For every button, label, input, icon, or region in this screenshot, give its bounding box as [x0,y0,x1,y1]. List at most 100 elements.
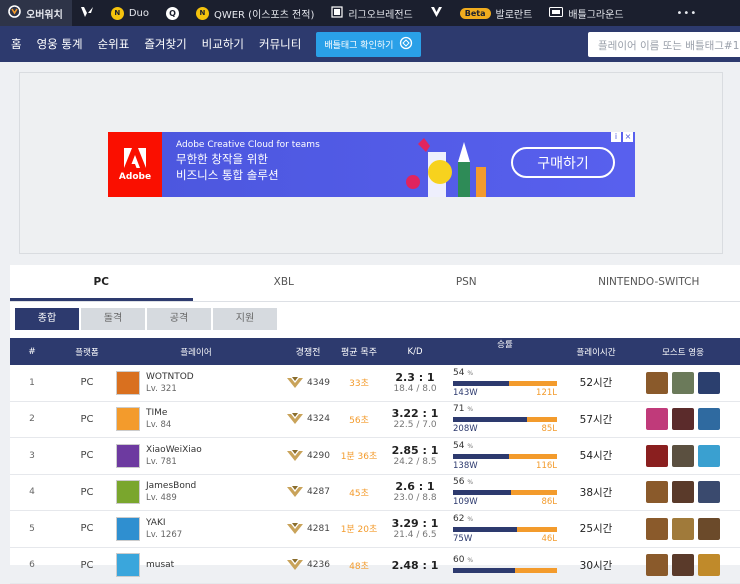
grandmaster-tier-icon [286,485,304,499]
topbar-item-overwatch[interactable]: 오버워치 [0,0,72,26]
ad-buy-button[interactable]: 구매하기 [511,147,615,178]
sr-value: 4324 [307,414,330,424]
hero-portrait-icon[interactable] [646,481,668,503]
ad-close-icon[interactable]: × [623,132,633,142]
hero-portrait-icon[interactable] [672,481,694,503]
hero-portrait-icon[interactable] [698,408,720,430]
role-tab-all[interactable]: 종합 [15,308,79,330]
player-search-input[interactable]: 플레이어 이름 또는 배틀태그#1234 [588,32,740,57]
col-player[interactable]: 플레이어 [116,338,276,365]
tab-pc[interactable]: PC [10,265,193,301]
hero-portrait-icon[interactable] [672,445,694,467]
hero-portrait-icon[interactable] [672,518,694,540]
col-avg-death[interactable]: 평균 목주 [338,338,380,365]
col-winrate[interactable]: 승률 [453,338,557,365]
wins: 109W [453,497,478,507]
player-level: Lv. 781 [146,456,202,468]
topbar-item-pubg[interactable]: 배틀그라운드 [541,0,632,26]
hero-portrait-icon[interactable] [698,518,720,540]
row-player[interactable]: WOTNTOD Lv. 321 [116,365,276,401]
tab-nintendo-switch[interactable]: NINTENDO-SWITCH [558,265,740,301]
leaderboard-rows: 1 PC WOTNTOD Lv. 321 4349 33초 2.3 : 1 18… [10,365,740,584]
player-name[interactable]: musat [146,559,174,571]
row-rank: 2 [23,402,41,438]
player-name[interactable]: XiaoWeiXiao [146,444,202,456]
topbar-item-valorant-beta[interactable]: Beta 발로란트 [452,0,542,26]
hero-portrait-icon[interactable] [698,481,720,503]
kd-detail: 24.2 / 8.5 [393,457,436,468]
hero-portrait-icon[interactable] [698,554,720,576]
ad-choices[interactable]: i × [611,132,633,142]
topbar-item-valorant-2[interactable] [422,0,452,26]
win-loss: 138W 116L [453,461,557,471]
player-name[interactable]: TIMe [146,407,171,419]
hero-portrait-icon[interactable] [672,372,694,394]
nav-home[interactable]: 홈 [11,36,22,52]
nav-leaderboard[interactable]: 순위표 [98,36,130,52]
tab-xbl[interactable]: XBL [193,265,376,301]
hero-portrait-icon[interactable] [646,445,668,467]
grandmaster-tier-icon [286,412,304,426]
player-name[interactable]: JamesBond [146,480,196,492]
hero-portrait-icon[interactable] [646,408,668,430]
role-tab-tank[interactable]: 돌격 [81,308,145,330]
row-player[interactable]: TIMe Lv. 84 [116,402,276,438]
topbar-item-duo[interactable]: N Duo [103,0,158,26]
tab-psn[interactable]: PSN [375,265,558,301]
table-row[interactable]: 5 PC YAKI Lv. 1267 4281 1분 20초 3.29 : 1 … [10,511,740,548]
col-rank[interactable]: # [23,338,41,365]
losses: 46L [541,534,557,544]
col-platform[interactable]: 플랫폼 [72,338,102,365]
row-player[interactable]: musat [116,548,276,584]
nav-hero-stats[interactable]: 영웅 통계 [37,36,83,52]
player-name[interactable]: YAKI [146,517,182,529]
kd-detail: 18.4 / 8.0 [393,384,436,395]
hero-portrait-icon[interactable] [672,408,694,430]
sr-value: 4281 [307,524,330,534]
sr-value: 4287 [307,487,330,497]
percent-sign: % [467,370,473,377]
col-most-heroes[interactable]: 모스트 영웅 [643,338,723,365]
row-competitive: 4290 [281,438,335,474]
player-name[interactable]: WOTNTOD [146,371,194,383]
player-level: Lv. 321 [146,383,194,395]
nav-community[interactable]: 커뮤니티 [259,36,301,52]
topbar-item-lol[interactable]: 리그오브레전드 [323,0,421,26]
player-level: Lv. 84 [146,419,171,431]
row-winrate: 56 % 109W 86L [453,475,557,511]
row-platform: PC [72,475,102,511]
row-kd: 2.6 : 1 23.0 / 8.8 [386,475,444,511]
table-row[interactable]: 1 PC WOTNTOD Lv. 321 4349 33초 2.3 : 1 18… [10,365,740,402]
adobe-ad-banner[interactable]: Adobe Adobe Creative Cloud for teams 무한한… [108,132,635,197]
role-tab-support[interactable]: 지원 [213,308,277,330]
more-menu-button[interactable]: ••• [669,0,707,26]
table-row[interactable]: 3 PC XiaoWeiXiao Lv. 781 4290 1분 36초 2.8… [10,438,740,475]
percent-sign: % [467,557,473,564]
hero-portrait-icon[interactable] [646,554,668,576]
table-row[interactable]: 6 PC musat 4236 48초 2.48 : 1 60 % [10,548,740,584]
topbar-item-qwer[interactable]: N QWER (이스포츠 전적) [188,0,323,26]
col-kd[interactable]: K/D [386,338,444,365]
row-player[interactable]: XiaoWeiXiao Lv. 781 [116,438,276,474]
hero-portrait-icon[interactable] [646,372,668,394]
topbar-item-q[interactable]: Q [158,0,188,26]
col-competitive[interactable]: 경쟁전 [281,338,335,365]
hero-portrait-icon[interactable] [646,518,668,540]
col-playtime[interactable]: 플레이시간 [566,338,626,365]
table-row[interactable]: 2 PC TIMe Lv. 84 4324 56초 3.22 : 1 22.5 … [10,402,740,439]
row-player[interactable]: YAKI Lv. 1267 [116,511,276,547]
avatar [116,517,140,541]
row-player[interactable]: JamesBond Lv. 489 [116,475,276,511]
ad-info-icon[interactable]: i [611,132,621,142]
topbar-item-valorant[interactable] [72,0,103,26]
role-tab-damage[interactable]: 공격 [147,308,211,330]
hero-portrait-icon[interactable] [672,554,694,576]
nav-compare[interactable]: 비교하기 [202,36,244,52]
topbar-item-label: 오버워치 [26,6,63,21]
hero-portrait-icon[interactable] [698,372,720,394]
hero-portrait-icon[interactable] [698,445,720,467]
nav-favorites[interactable]: 즐겨찾기 [144,36,186,52]
battletag-check-button[interactable]: 배틀태그 확인하기 [316,32,421,57]
overwatch-logo-icon [8,5,21,21]
table-row[interactable]: 4 PC JamesBond Lv. 489 4287 45초 2.6 : 1 … [10,475,740,512]
